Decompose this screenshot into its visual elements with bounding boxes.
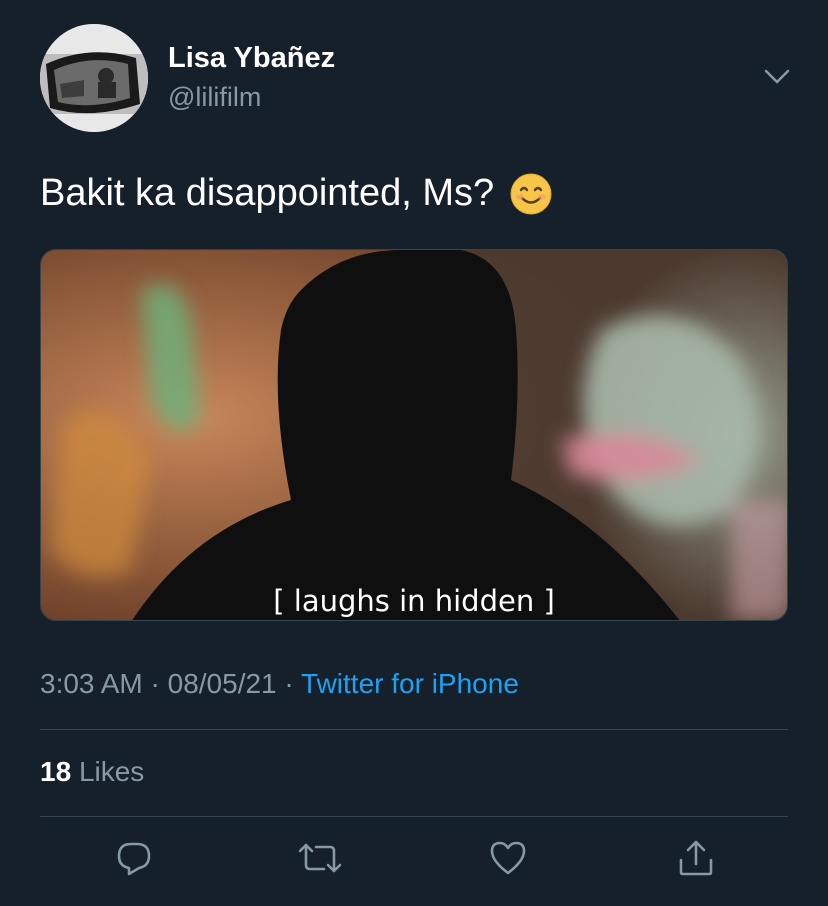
- action-bar: [0, 836, 828, 886]
- tweet-metadata: 3:03 AM · 08/05/21 · Twitter for iPhone: [40, 668, 519, 700]
- likes-count: 18: [40, 756, 72, 787]
- like-icon[interactable]: [486, 836, 530, 880]
- smiling-face-icon: [510, 173, 552, 215]
- reply-icon[interactable]: [112, 836, 156, 880]
- author-handle[interactable]: @lilifilm: [168, 82, 261, 113]
- avatar[interactable]: [40, 24, 148, 132]
- share-icon[interactable]: [674, 836, 718, 880]
- tweet-date: 08/05/21: [167, 668, 277, 699]
- likes-label: Likes: [78, 756, 145, 787]
- meta-separator: ·: [150, 668, 160, 699]
- chevron-down-icon[interactable]: [764, 68, 790, 86]
- divider: [40, 816, 788, 817]
- author-name[interactable]: Lisa Ybañez: [168, 42, 335, 75]
- likes-stat[interactable]: 18 Likes: [40, 756, 144, 788]
- divider: [40, 729, 788, 730]
- tweet-source-link[interactable]: Twitter for iPhone: [301, 668, 519, 699]
- tweet-time: 3:03 AM: [40, 668, 143, 699]
- tweet-header: Lisa Ybañez @lilifilm: [40, 24, 790, 134]
- tweet-media-image[interactable]: [ laughs in hidden ]: [40, 249, 788, 621]
- meta-separator: ·: [284, 668, 294, 699]
- tweet-text-row: Bakit ka disappointed, Ms?: [40, 172, 552, 215]
- tweet-text: Bakit ka disappointed, Ms?: [40, 172, 495, 214]
- retweet-icon[interactable]: [298, 836, 342, 880]
- media-caption: [ laughs in hidden ]: [273, 584, 555, 618]
